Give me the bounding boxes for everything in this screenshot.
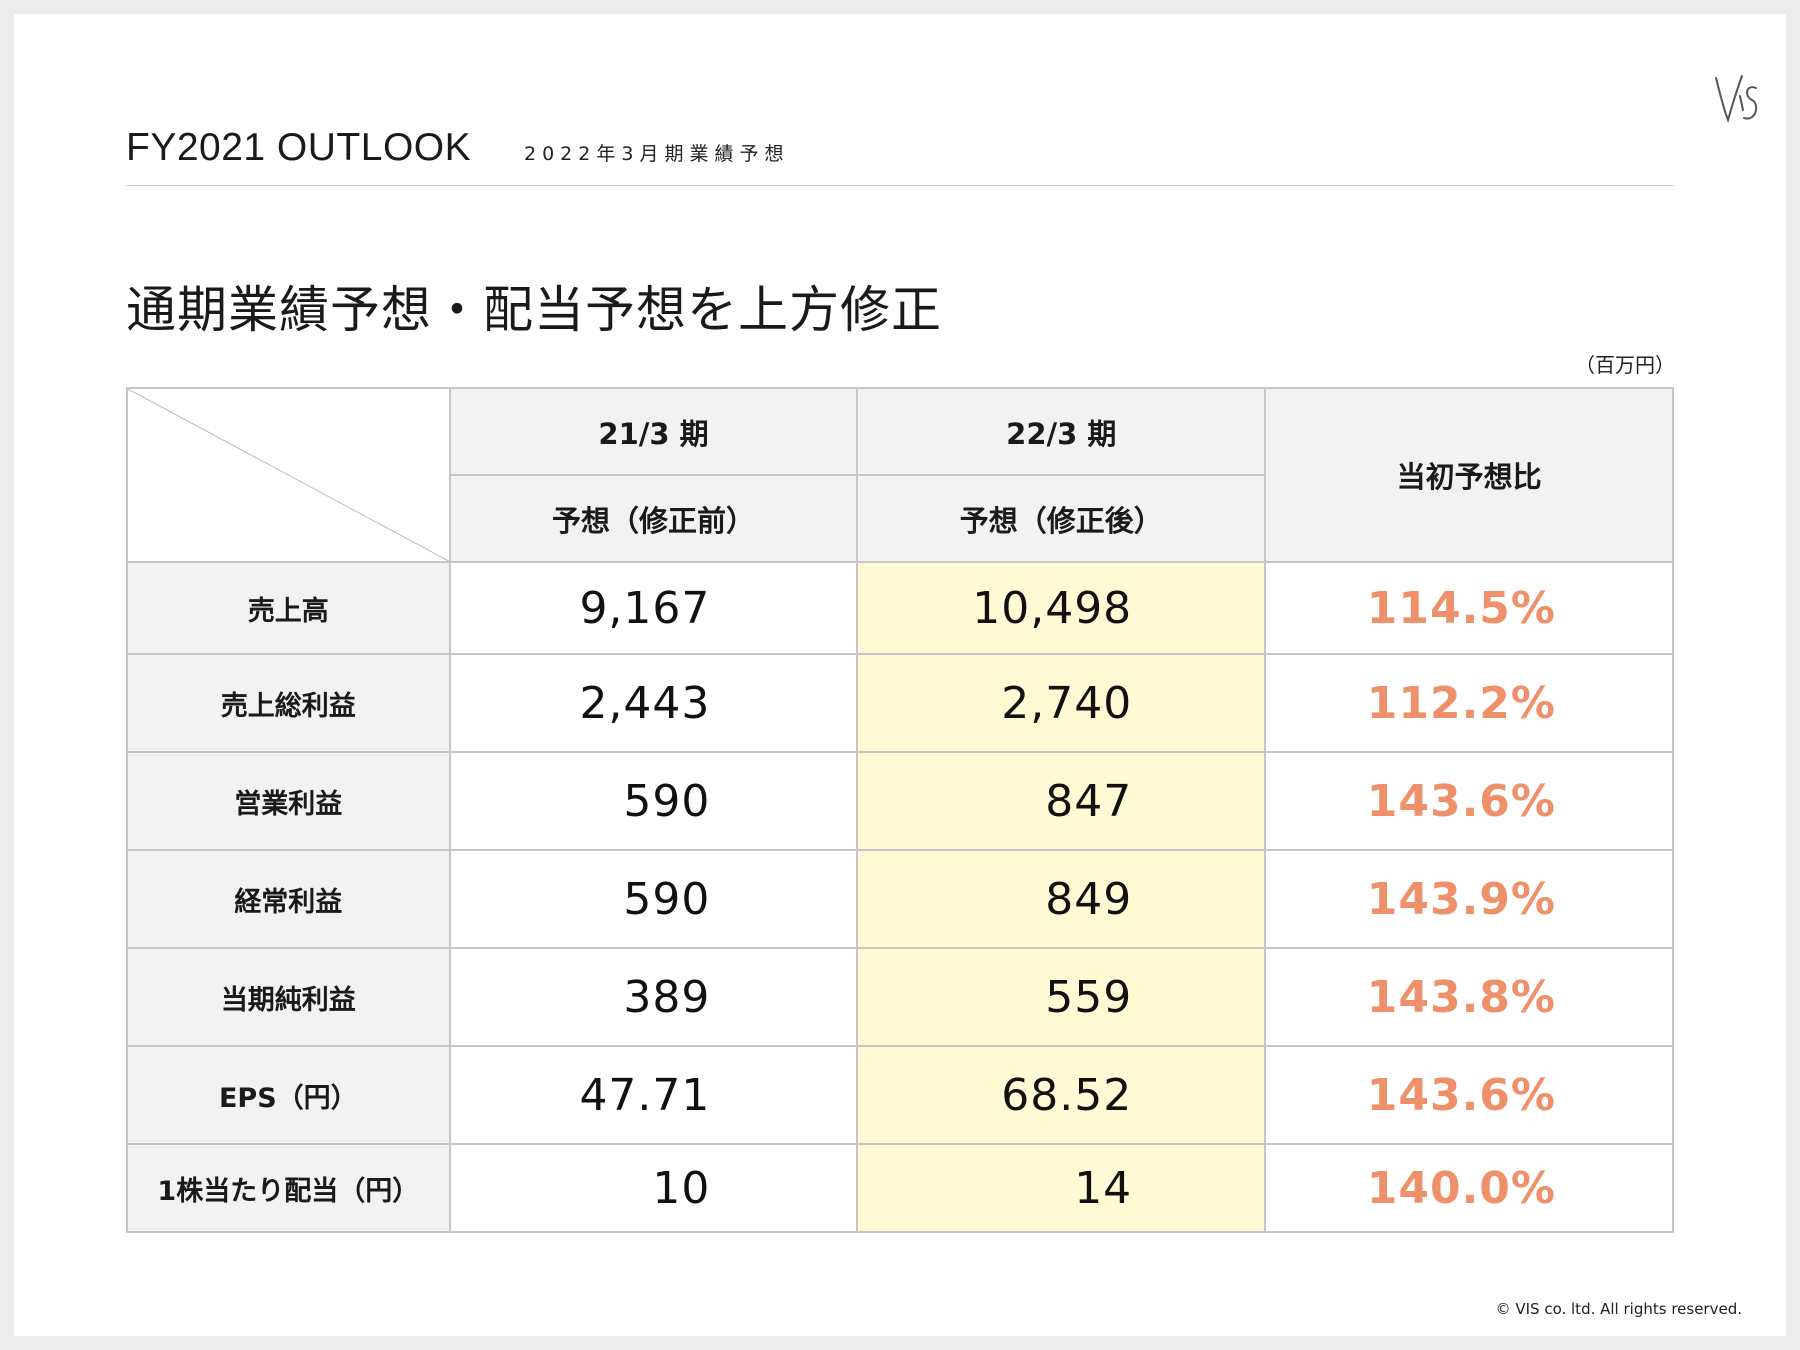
forecast-table: 21/3 期 22/3 期 当初予想比 予想（修正前） 予想（修正後） 売上高 … bbox=[126, 387, 1674, 1233]
vis-logo bbox=[1715, 75, 1758, 124]
table-row: EPS（円） 47.71 68.52 143.6% bbox=[126, 1045, 1674, 1145]
table-row: 経常利益 590 849 143.9% bbox=[126, 849, 1674, 949]
value-ratio: 143.6% bbox=[1264, 1045, 1674, 1145]
col-header-ratio: 当初予想比 bbox=[1264, 387, 1674, 563]
col-header-22-3: 22/3 期 bbox=[856, 387, 1267, 476]
copyright: © VIS co. ltd. All rights reserved. bbox=[1495, 1300, 1742, 1318]
row-label: 1株当たり配当（円） bbox=[126, 1143, 451, 1233]
value-before: 2,443 bbox=[448, 653, 859, 753]
value-ratio: 114.5% bbox=[1264, 561, 1674, 655]
page-subtitle: 2022年3月期業績予想 bbox=[524, 143, 790, 165]
table-row: 当期純利益 389 559 143.8% bbox=[126, 947, 1674, 1047]
value-before: 9,167 bbox=[448, 561, 859, 655]
value-ratio: 143.9% bbox=[1264, 849, 1674, 949]
table-row: 営業利益 590 847 143.6% bbox=[126, 751, 1674, 851]
value-after: 68.52 bbox=[856, 1045, 1267, 1145]
value-ratio: 112.2% bbox=[1264, 653, 1674, 753]
row-label: 経常利益 bbox=[126, 849, 451, 949]
value-after: 847 bbox=[856, 751, 1267, 851]
diagonal-line bbox=[128, 389, 449, 561]
value-ratio: 140.0% bbox=[1264, 1143, 1674, 1233]
header-divider bbox=[126, 185, 1674, 186]
row-label: 売上総利益 bbox=[126, 653, 451, 753]
value-ratio: 143.6% bbox=[1264, 751, 1674, 851]
headline: 通期業績予想・配当予想を上方修正 bbox=[126, 281, 942, 339]
value-after: 849 bbox=[856, 849, 1267, 949]
value-after: 10,498 bbox=[856, 561, 1267, 655]
col-subheader-before: 予想（修正前） bbox=[448, 474, 859, 563]
col-subheader-after: 予想（修正後） bbox=[856, 474, 1267, 563]
table-row: 売上高 9,167 10,498 114.5% bbox=[126, 561, 1674, 655]
col-header-21-3: 21/3 期 bbox=[448, 387, 859, 476]
row-label: 売上高 bbox=[126, 561, 451, 655]
table-header-row: 21/3 期 22/3 期 当初予想比 bbox=[126, 387, 1674, 563]
value-before: 590 bbox=[448, 849, 859, 949]
value-before: 47.71 bbox=[448, 1045, 859, 1145]
row-label: EPS（円） bbox=[126, 1045, 451, 1145]
table-row: 1株当たり配当（円） 10 14 140.0% bbox=[126, 1143, 1674, 1233]
row-label: 営業利益 bbox=[126, 751, 451, 851]
slide: FY2021 OUTLOOK 2022年3月期業績予想 通期業績予想・配当予想を… bbox=[14, 14, 1786, 1336]
value-after: 14 bbox=[856, 1143, 1267, 1233]
page-title: FY2021 OUTLOOK bbox=[126, 126, 472, 169]
value-before: 389 bbox=[448, 947, 859, 1047]
value-after: 2,740 bbox=[856, 653, 1267, 753]
value-before: 10 bbox=[448, 1143, 859, 1233]
value-ratio: 143.8% bbox=[1264, 947, 1674, 1047]
row-label: 当期純利益 bbox=[126, 947, 451, 1047]
value-after: 559 bbox=[856, 947, 1267, 1047]
corner-cell bbox=[126, 387, 451, 563]
unit-label: （百万円） bbox=[1575, 353, 1675, 377]
table-row: 売上総利益 2,443 2,740 112.2% bbox=[126, 653, 1674, 753]
value-before: 590 bbox=[448, 751, 859, 851]
